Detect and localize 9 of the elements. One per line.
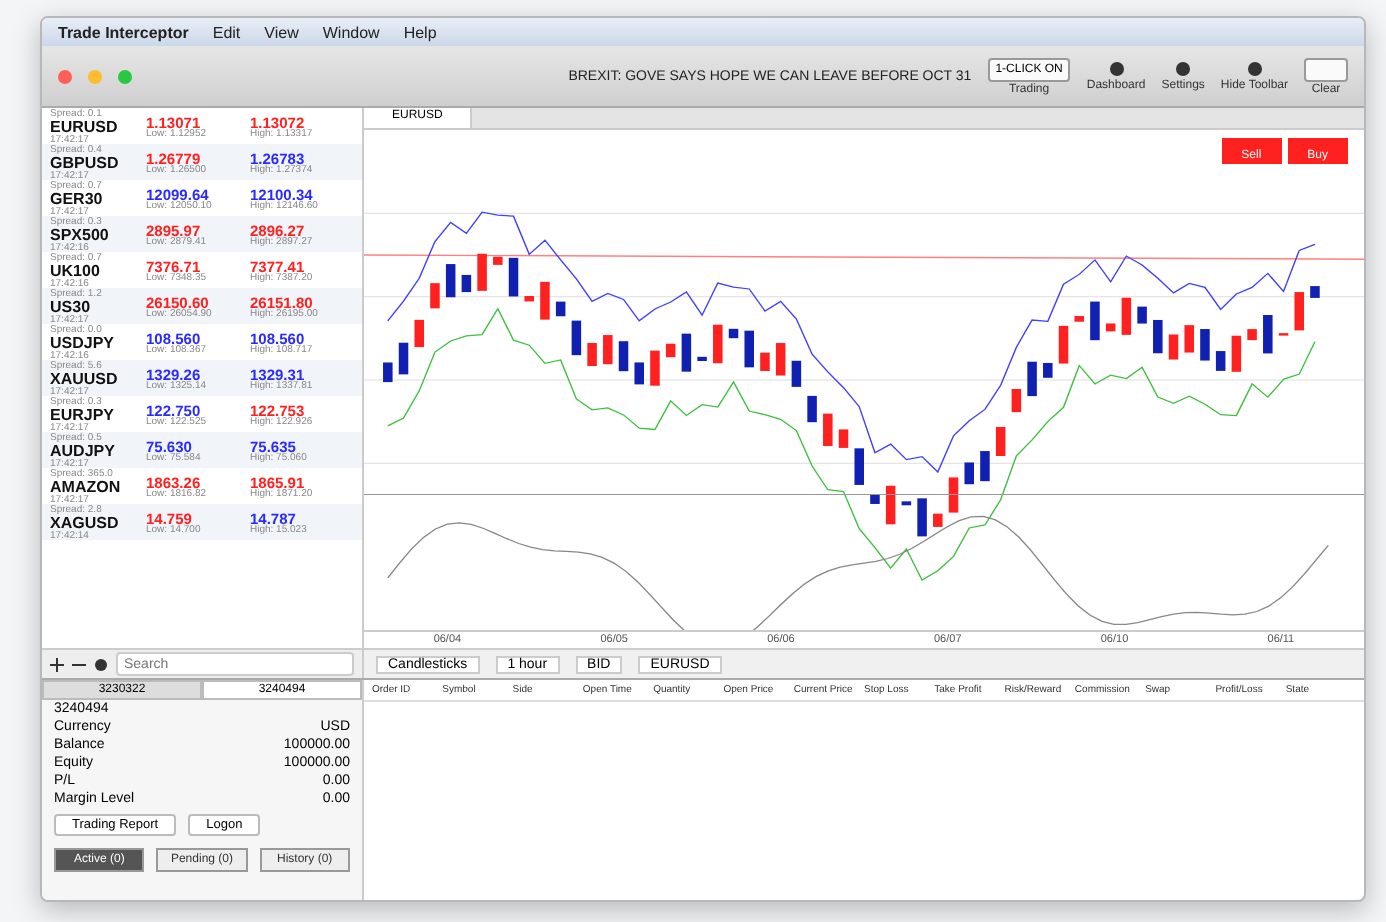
menu-item[interactable]: Edit [212,23,241,41]
round-icon [1107,60,1126,78]
menu-item[interactable]: View [264,23,299,41]
round-icon [1245,60,1264,78]
menu-item[interactable]: Help [403,23,437,41]
round-icon [1174,60,1193,78]
app-menu[interactable]: Trade Interceptor [58,23,189,41]
add-icon[interactable] [50,657,64,671]
menu-item[interactable]: Window [322,23,380,41]
